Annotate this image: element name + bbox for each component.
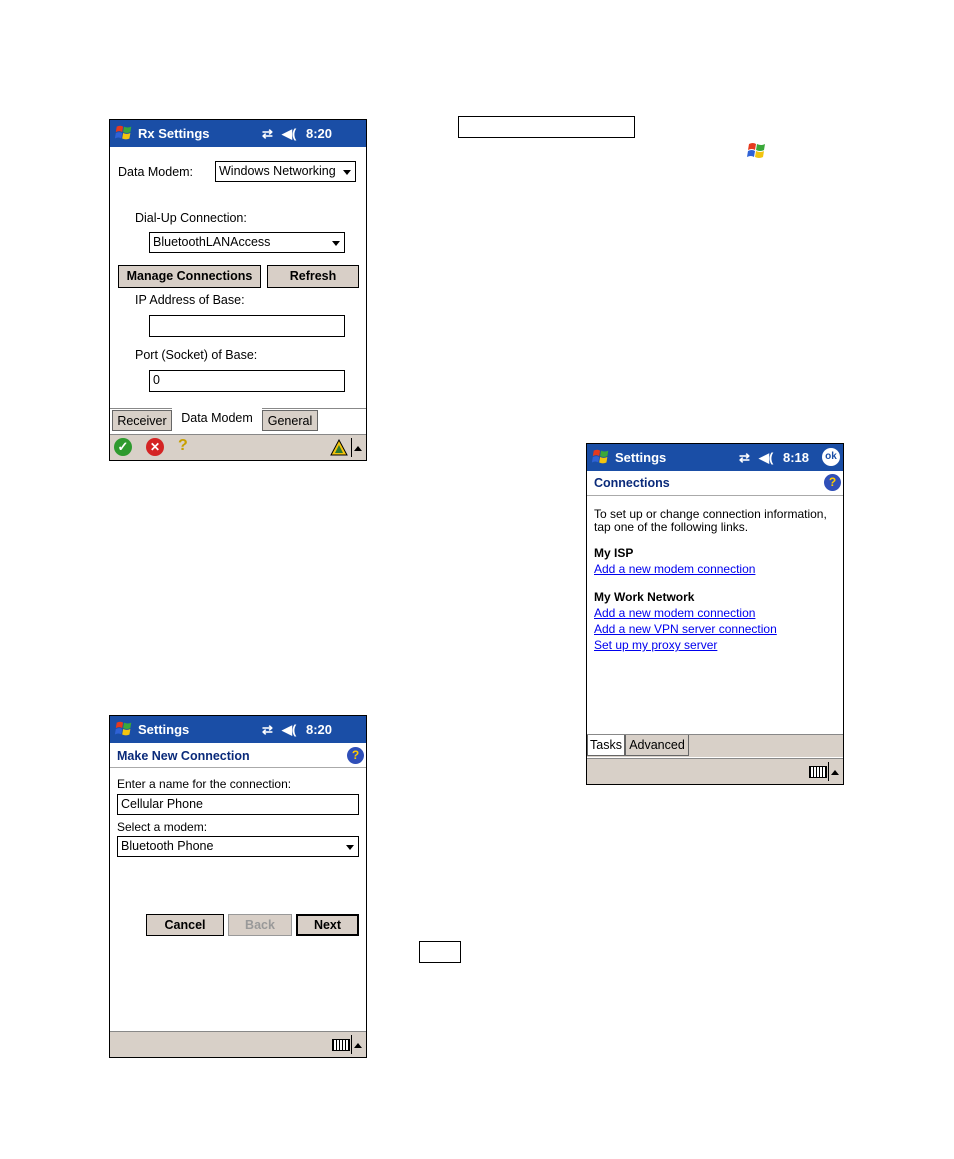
window-title: Rx Settings [138,126,210,141]
clock[interactable]: 8:20 [306,126,332,141]
tab-tasks[interactable]: Tasks [587,735,625,756]
window-title: Settings [615,450,667,465]
chevron-down-icon [346,845,354,850]
tab-strip: Tasks Advanced [587,734,843,757]
dialup-dropdown[interactable]: BluetoothLANAccess [149,232,345,253]
connection-name-label: Enter a name for the connection: [117,777,292,791]
page-header: Connections ? [587,471,843,496]
command-bar [110,1031,366,1057]
next-button[interactable]: Next [296,914,359,936]
page-header: Make New Connection ? [110,743,366,768]
tab-strip: Receiver Data Modem General [110,408,366,431]
ip-address-input[interactable] [149,315,345,337]
connectivity-icon[interactable]: ⇄ [739,450,750,466]
page-title: Connections [594,476,670,490]
manage-connections-button[interactable]: Manage Connections [118,265,261,288]
check-icon[interactable]: ✓ [114,438,132,456]
window-title: Settings [138,722,190,737]
ok-button[interactable]: ok [822,448,840,466]
start-menu-icon[interactable] [591,447,611,467]
section-heading-work: My Work Network [594,590,695,604]
port-label: Port (Socket) of Base: [135,348,258,362]
app-logo-icon[interactable] [330,439,348,456]
speaker-icon[interactable]: ◀( [282,722,296,738]
tab-data-modem[interactable]: Data Modem [172,408,262,429]
refresh-button[interactable]: Refresh [267,265,359,288]
start-menu-icon[interactable] [114,719,134,739]
tab-general[interactable]: General [262,410,318,431]
title-bar: Settings ⇄ ◀( 8:20 [110,716,366,743]
command-bar: ✓ ✕ ? [110,434,366,460]
separator [351,1035,352,1054]
title-bar: Rx Settings ⇄ ◀( 8:20 [110,120,366,147]
title-bar: Settings ⇄ ◀( 8:18 ok [587,444,843,471]
rx-settings-window: Rx Settings ⇄ ◀( 8:20 Data Modem: Window… [109,119,367,461]
tab-advanced[interactable]: Advanced [625,735,689,756]
help-icon[interactable]: ? [347,747,364,764]
connectivity-icon[interactable]: ⇄ [262,722,273,738]
connections-window: Settings ⇄ ◀( 8:18 ok Connections ? To s… [586,443,844,785]
speaker-icon[interactable]: ◀( [759,450,773,466]
page-title: Make New Connection [117,749,250,763]
data-modem-label: Data Modem: [118,165,194,179]
input-panel-arrow-icon[interactable] [354,446,362,451]
start-menu-icon[interactable] [114,123,134,143]
data-modem-dropdown[interactable]: Windows Networking [215,161,356,182]
separator [351,438,352,457]
intro-text-line2: tap one of the following links. [594,520,749,534]
link-work-add-modem[interactable]: Add a new modem connection [594,606,755,620]
back-button[interactable]: Back [228,914,292,936]
keyboard-icon[interactable] [809,766,827,778]
help-icon[interactable]: ? [824,474,841,491]
chevron-down-icon [343,170,351,175]
modem-label: Select a modem: [117,820,208,834]
tab-receiver[interactable]: Receiver [112,410,172,431]
close-icon[interactable]: ✕ [146,438,164,456]
ip-address-label: IP Address of Base: [135,293,245,307]
connection-name-input[interactable]: Cellular Phone [117,794,359,815]
section-heading-isp: My ISP [594,546,634,560]
port-input[interactable]: 0 [149,370,345,392]
link-work-add-vpn[interactable]: Add a new VPN server connection [594,622,777,636]
chevron-down-icon [332,241,340,246]
dialup-label: Dial-Up Connection: [135,211,247,225]
clock[interactable]: 8:20 [306,722,332,737]
blank-label-box-small [419,941,461,963]
link-isp-add-modem[interactable]: Add a new modem connection [594,562,755,576]
blank-label-box [458,116,635,138]
modem-dropdown[interactable]: Bluetooth Phone [117,836,359,857]
separator [828,762,829,781]
cancel-button[interactable]: Cancel [146,914,224,936]
key-icon[interactable]: ? [178,437,188,455]
keyboard-icon[interactable] [332,1039,350,1051]
intro-text-line1: To set up or change connection informati… [594,507,827,521]
input-panel-arrow-icon[interactable] [831,770,839,775]
speaker-icon[interactable]: ◀( [282,126,296,142]
connectivity-icon[interactable]: ⇄ [262,126,273,142]
clock[interactable]: 8:18 [783,450,809,465]
make-new-connection-window: Settings ⇄ ◀( 8:20 Make New Connection ?… [109,715,367,1058]
command-bar [587,758,843,784]
input-panel-arrow-icon[interactable] [354,1043,362,1048]
link-work-proxy[interactable]: Set up my proxy server [594,638,717,652]
windows-flag-icon [747,143,765,158]
